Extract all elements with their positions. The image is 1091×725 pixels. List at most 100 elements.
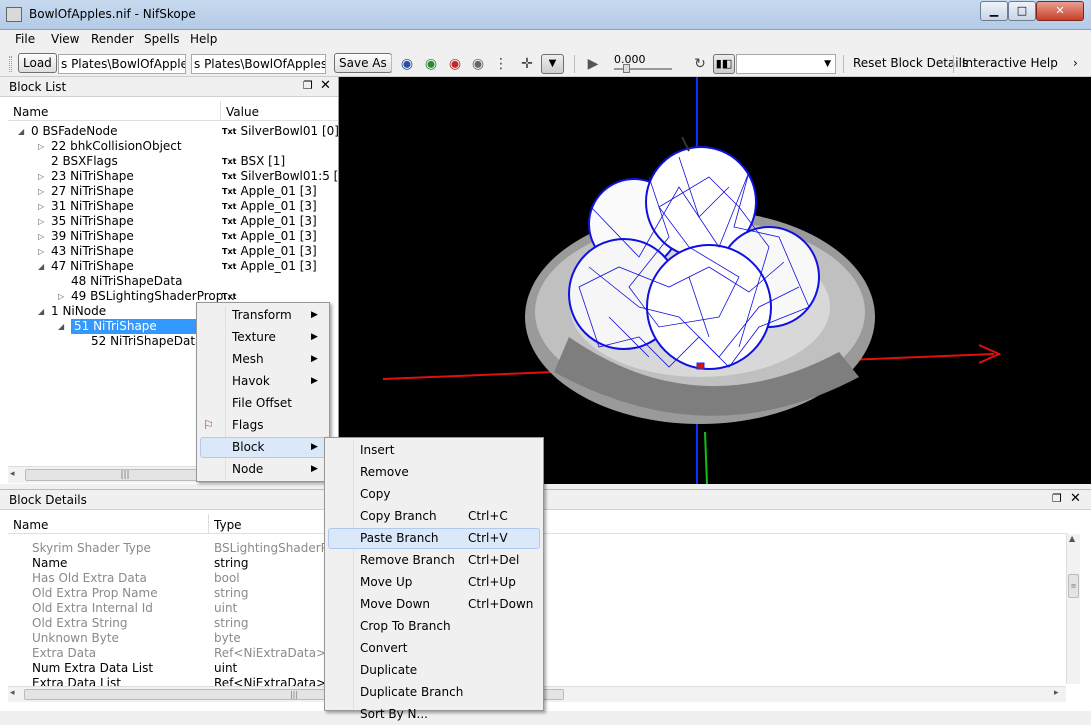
load-path-input[interactable]: s Plates\BowlOfApples.nif [58,54,186,74]
tree-item[interactable]: 23 NiTriShape [51,169,134,184]
detail-name[interactable]: Unknown Byte [32,631,119,646]
scroll-left-icon[interactable]: ◂ [10,469,15,479]
save-as-button[interactable]: Save As [334,53,392,73]
view-axis-icon[interactable]: ✛ [519,56,535,72]
context-menu-item[interactable]: Mesh [232,348,264,370]
loop-icon[interactable]: ↻ [692,56,708,72]
block-menu-item[interactable]: Duplicate Branch [360,681,463,703]
expand-arrow-icon[interactable]: ◢ [38,304,44,319]
menu-file[interactable]: File [15,32,35,46]
block-menu-item[interactable]: Move Down [360,593,430,615]
view-eye-red-icon[interactable]: ◉ [447,56,463,72]
col-divider[interactable] [208,514,209,534]
interactive-help-button[interactable]: Interactive Help [962,56,1058,70]
block-menu-item[interactable]: Copy Branch [360,505,437,527]
col-value-header[interactable]: Value [226,105,259,119]
scrollbar-thumb[interactable]: ||| [25,469,225,481]
detail-name[interactable]: Old Extra Prop Name [32,586,158,601]
detail-name[interactable]: Old Extra Internal Id [32,601,153,616]
col-type-header[interactable]: Type [214,518,242,532]
expand-arrow-icon[interactable]: ◢ [38,259,44,274]
scroll-right-icon[interactable]: ▸ [1054,688,1059,698]
tree-item[interactable]: 0 BSFadeNode [31,124,118,139]
float-icon[interactable]: ❐ [1052,492,1062,505]
col-name-header[interactable]: Name [13,105,48,119]
expand-arrow-icon[interactable]: ▷ [38,169,44,184]
time-slider-thumb[interactable] [623,64,630,73]
tree-item[interactable]: 35 NiTriShape [51,214,134,229]
close-icon[interactable]: ✕ [320,78,331,93]
context-menu-item[interactable]: Havok [232,370,270,392]
tree-item[interactable]: 22 bhkCollisionObject [51,139,182,154]
scroll-left-icon[interactable]: ◂ [10,688,15,698]
expand-arrow-icon[interactable]: ▷ [38,199,44,214]
menu-view[interactable]: View [51,32,79,46]
context-menu-item[interactable]: Flags [232,414,263,436]
view-dropdown-button[interactable]: ▼ [541,54,564,74]
toolbar-overflow-button[interactable]: › [1073,56,1078,70]
toolbar-grip[interactable] [9,56,12,72]
tree-item[interactable]: 39 NiTriShape [51,229,134,244]
view-eye-blue-icon[interactable]: ◉ [399,56,415,72]
context-menu-item[interactable]: Transform [232,304,292,326]
maximize-button[interactable]: □ [1008,1,1036,21]
block-menu-item[interactable]: Move Up [360,571,412,593]
tree-item[interactable]: 27 NiTriShape [51,184,134,199]
tree-item[interactable]: 47 NiTriShape [51,259,134,274]
tree-item[interactable]: 43 NiTriShape [51,244,134,259]
tree-item[interactable]: 1 NiNode [51,304,106,319]
block-menu-item[interactable]: Duplicate [360,659,417,681]
expand-arrow-icon[interactable]: ◢ [58,319,64,334]
detail-name[interactable]: Name [32,556,67,571]
context-menu-item[interactable]: Block [232,436,264,458]
tree-item[interactable]: 48 NiTriShapeData [71,274,182,289]
expand-arrow-icon[interactable]: ◢ [18,124,24,139]
reset-block-details-button[interactable]: Reset Block Details [853,56,968,70]
expand-arrow-icon[interactable]: ▷ [38,244,44,259]
block-menu-item[interactable]: Insert [360,439,394,461]
col-name-header[interactable]: Name [13,518,48,532]
block-menu-item[interactable]: Paste Branch [360,527,439,549]
expand-arrow-icon[interactable]: ▷ [58,289,64,304]
detail-name[interactable]: Skyrim Shader Type [32,541,151,556]
expand-arrow-icon[interactable]: ▷ [38,184,44,199]
expand-arrow-icon[interactable]: ▷ [38,214,44,229]
minimize-button[interactable]: ▁ [980,1,1008,21]
scrollbar-thumb[interactable]: ≡ [1068,574,1079,598]
switch-anim-button[interactable]: ▮◧ [713,54,735,74]
context-menu-item[interactable]: File Offset [232,392,292,414]
context-menu-item[interactable]: Texture [232,326,276,348]
play-icon[interactable]: ▶ [585,56,601,72]
block-menu-item[interactable]: Sort By N... [360,703,428,725]
load-button[interactable]: Load [18,53,57,73]
menu-spells[interactable]: Spells [144,32,180,46]
tree-item[interactable]: 31 NiTriShape [51,199,134,214]
walk-mode-icon[interactable]: ⋮ [493,56,509,72]
close-icon[interactable]: ✕ [1070,491,1081,506]
close-button[interactable]: ✕ [1036,1,1084,21]
3d-viewport[interactable] [339,77,1091,484]
block-menu-item[interactable]: Crop To Branch [360,615,451,637]
animation-select[interactable]: ▼ [736,54,836,74]
block-menu-item[interactable]: Remove [360,461,409,483]
detail-name[interactable]: Num Extra Data List [32,661,153,676]
expand-arrow-icon[interactable]: ▷ [38,229,44,244]
tree-item[interactable]: 52 NiTriShapeData [91,334,202,349]
expand-arrow-icon[interactable]: ▷ [38,139,44,154]
detail-name[interactable]: Has Old Extra Data [32,571,147,586]
save-path-input[interactable]: s Plates\BowlOfApples.nif [191,54,326,74]
menu-help[interactable]: Help [190,32,217,46]
vertical-scrollbar[interactable]: ▲ ≡ [1066,534,1080,684]
col-divider[interactable] [220,101,221,121]
tree-item[interactable]: 2 BSXFlags [51,154,118,169]
detail-name[interactable]: Old Extra String [32,616,128,631]
scroll-up-icon[interactable]: ▲ [1069,534,1075,543]
view-eye-green-icon[interactable]: ◉ [423,56,439,72]
block-menu-item[interactable]: Copy [360,483,390,505]
float-icon[interactable]: ❐ [303,79,313,92]
tree-item[interactable]: 51 NiTriShape [71,319,196,334]
detail-name[interactable]: Extra Data [32,646,96,661]
block-menu-item[interactable]: Convert [360,637,407,659]
menu-render[interactable]: Render [91,32,134,46]
view-eye-gray-icon[interactable]: ◉ [470,56,486,72]
